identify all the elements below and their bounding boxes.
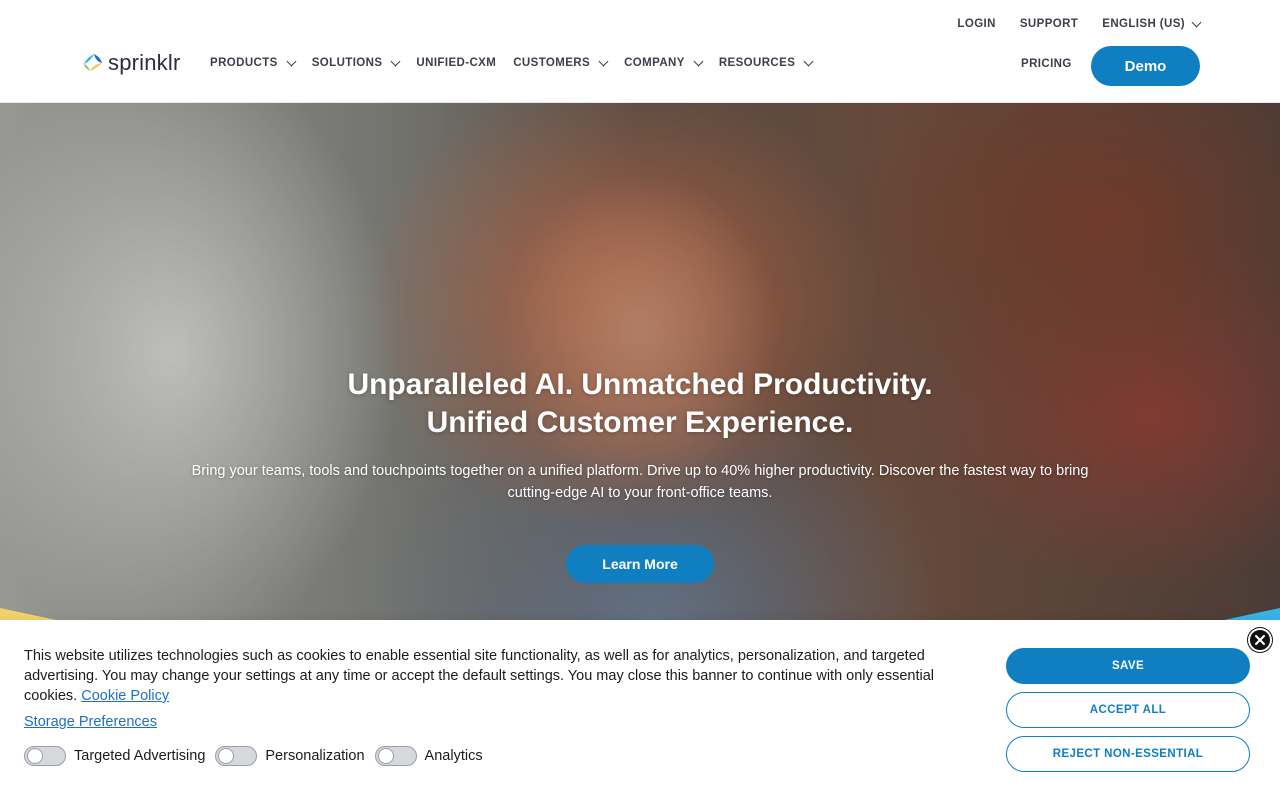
- toggle-knob: [377, 748, 394, 764]
- cookie-message: This website utilizes technologies such …: [24, 646, 989, 706]
- utility-nav: LOGIN SUPPORT ENGLISH (US): [957, 17, 1202, 30]
- personalization-toggle[interactable]: [215, 746, 258, 766]
- hero-title: Unparalleled AI. Unmatched Productivity.…: [0, 366, 1280, 442]
- nav-label: COMPANY: [624, 57, 685, 69]
- chevron-down-icon: [1191, 17, 1202, 27]
- toggle-label: Targeted Advertising: [74, 748, 206, 764]
- toggle-group-analytics: Analytics: [374, 746, 483, 766]
- toggle-label: Personalization: [265, 748, 365, 764]
- targeted-advertising-toggle[interactable]: [24, 746, 66, 766]
- toggle-group-personalization: Personalization: [215, 746, 365, 766]
- login-label: LOGIN: [957, 18, 996, 30]
- support-label: SUPPORT: [1019, 18, 1079, 30]
- nav-label: SOLUTIONS: [311, 57, 383, 69]
- toggle-knob: [27, 748, 43, 764]
- close-banner-button[interactable]: [1248, 628, 1272, 652]
- hero-section: Unparalleled AI. Unmatched Productivity.…: [0, 103, 1280, 703]
- learn-more-button[interactable]: Learn More: [566, 545, 714, 583]
- login-link[interactable]: LOGIN: [957, 18, 995, 30]
- site-header: LOGIN SUPPORT ENGLISH (US) sprinklr PROD…: [0, 0, 1280, 103]
- nav-label: PRODUCTS: [210, 57, 278, 69]
- demo-button[interactable]: Demo: [1091, 46, 1200, 86]
- support-link[interactable]: SUPPORT: [1020, 18, 1078, 30]
- nav-item-customers[interactable]: CUSTOMERS: [513, 56, 609, 69]
- reject-non-essential-button[interactable]: REJECT NON-ESSENTIAL: [1006, 736, 1250, 772]
- chevron-down-icon: [286, 56, 297, 66]
- language-label: ENGLISH (US): [1102, 18, 1185, 30]
- language-selector[interactable]: ENGLISH (US): [1102, 17, 1202, 30]
- nav-item-products[interactable]: PRODUCTS: [210, 56, 297, 69]
- cookie-policy-link[interactable]: Cookie Policy: [81, 688, 169, 704]
- toggle-group-targeted-advertising: Targeted Advertising: [24, 746, 205, 766]
- nav-item-solutions[interactable]: SOLUTIONS: [311, 56, 401, 69]
- nav-item-unified-cxm[interactable]: UNIFIED-CXM: [416, 57, 496, 69]
- analytics-toggle[interactable]: [374, 746, 417, 766]
- chevron-down-icon: [803, 56, 814, 66]
- hero-title-line-2: Unified Customer Experience.: [426, 406, 854, 439]
- nav-item-company[interactable]: COMPANY: [624, 56, 704, 69]
- chevron-down-icon: [598, 56, 609, 66]
- chevron-down-icon: [390, 56, 401, 66]
- sprinklr-logo-icon: [84, 54, 102, 71]
- toggle-knob: [218, 748, 235, 764]
- pricing-link[interactable]: PRICING: [1021, 58, 1072, 70]
- storage-preferences-link[interactable]: Storage Preferences: [24, 714, 157, 730]
- nav-label: CUSTOMERS: [513, 57, 591, 69]
- nav-label: RESOURCES: [718, 57, 796, 69]
- save-button[interactable]: SAVE: [1006, 648, 1250, 684]
- toggle-label: Analytics: [424, 748, 483, 764]
- cookie-toggles: Targeted Advertising Personalization Ana…: [24, 746, 483, 766]
- sprinklr-logo[interactable]: sprinklr: [80, 52, 181, 74]
- logo-text: sprinklr: [108, 50, 181, 75]
- close-icon: [1255, 635, 1265, 645]
- cookie-banner: This website utilizes technologies such …: [0, 620, 1280, 800]
- chevron-down-icon: [693, 56, 704, 66]
- accept-all-button[interactable]: ACCEPT ALL: [1006, 692, 1250, 728]
- nav-item-resources[interactable]: RESOURCES: [718, 56, 814, 69]
- nav-label: UNIFIED-CXM: [416, 57, 497, 69]
- main-nav: PRODUCTS SOLUTIONS UNIFIED-CXM CUSTOMERS…: [210, 56, 814, 69]
- hero-subtitle: Bring your teams, tools and touchpoints …: [191, 463, 1089, 501]
- hero-title-line-1: Unparalleled AI. Unmatched Productivity.: [347, 368, 933, 401]
